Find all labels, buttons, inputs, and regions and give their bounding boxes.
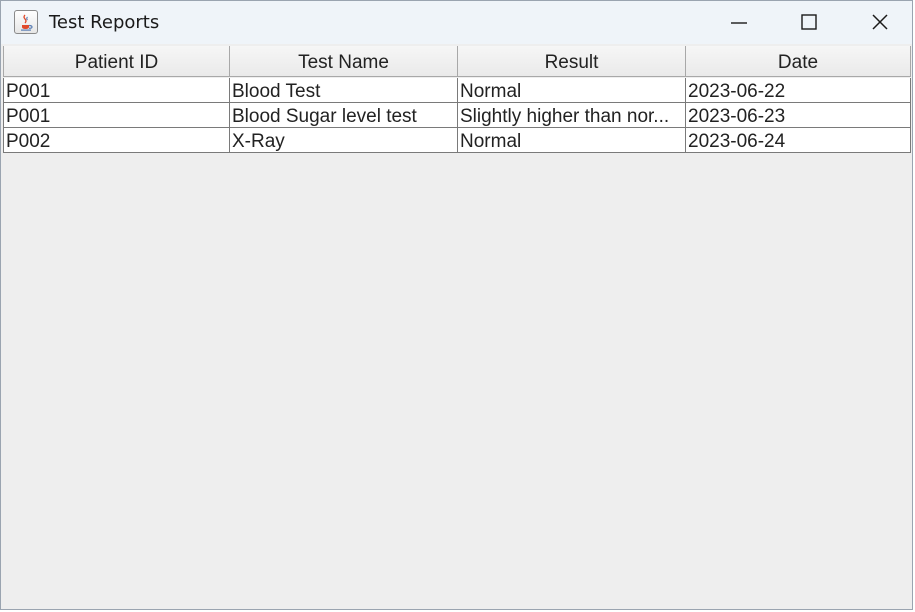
maximize-icon [801, 14, 817, 30]
date-cell[interactable]: 2023-06-22 [686, 78, 911, 103]
window-title: Test Reports [49, 12, 160, 33]
minimize-icon [731, 22, 747, 24]
table-row[interactable]: P002 X-Ray Normal 2023-06-24 [3, 128, 911, 153]
title-bar[interactable]: Test Reports [1, 1, 912, 44]
patient-id-cell[interactable]: P001 [3, 78, 230, 103]
result-cell[interactable]: Slightly higher than nor... [458, 103, 686, 128]
close-icon [872, 14, 888, 30]
table-scroll-pane: Patient ID Test Name Result Date P001 Bl… [3, 46, 911, 608]
table-row[interactable]: P001 Blood Sugar level test Slightly hig… [3, 103, 911, 128]
column-header-patient-id[interactable]: Patient ID [3, 46, 230, 77]
date-cell[interactable]: 2023-06-24 [686, 128, 911, 153]
result-cell[interactable]: Normal [458, 78, 686, 103]
test-name-cell[interactable]: Blood Test [230, 78, 458, 103]
java-cup-icon[interactable] [14, 10, 38, 34]
test-name-cell[interactable]: X-Ray [230, 128, 458, 153]
date-cell[interactable]: 2023-06-23 [686, 103, 911, 128]
table-row[interactable]: P001 Blood Test Normal 2023-06-22 [3, 78, 911, 103]
test-name-cell[interactable]: Blood Sugar level test [230, 103, 458, 128]
column-header-result[interactable]: Result [458, 46, 686, 77]
close-button[interactable] [856, 1, 902, 44]
patient-id-cell[interactable]: P002 [3, 128, 230, 153]
test-reports-window: Test Reports Patient ID Test Name Result… [0, 0, 913, 610]
column-header-test-name[interactable]: Test Name [230, 46, 458, 77]
table-header: Patient ID Test Name Result Date [3, 46, 911, 78]
result-cell[interactable]: Normal [458, 128, 686, 153]
column-header-date[interactable]: Date [686, 46, 911, 77]
minimize-button[interactable] [715, 1, 761, 44]
patient-id-cell[interactable]: P001 [3, 103, 230, 128]
maximize-button[interactable] [785, 1, 831, 44]
